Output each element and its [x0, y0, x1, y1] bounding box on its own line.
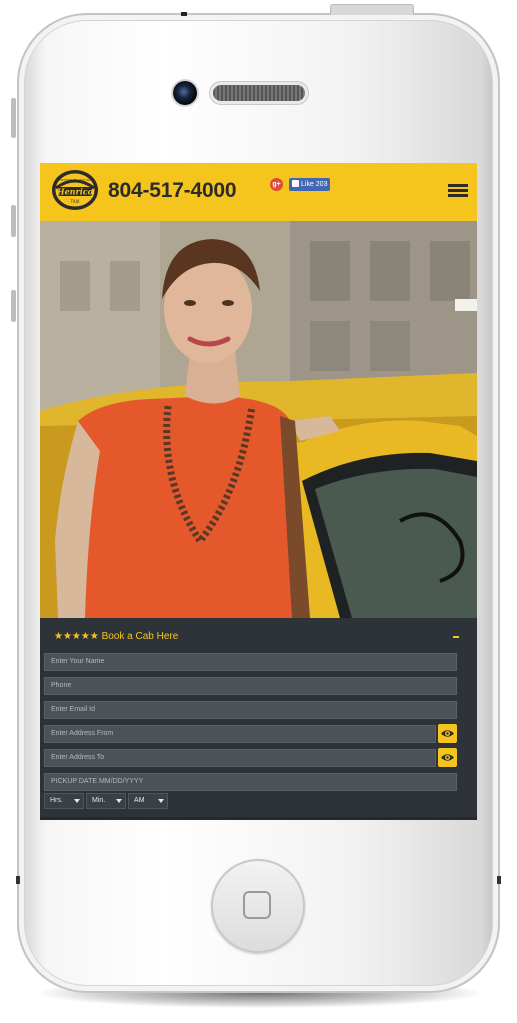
- phone-screen: Henrico TAXI THE MOST RELIABLE TAXI 804-…: [40, 163, 477, 820]
- ampm-select[interactable]: AM: [128, 793, 168, 809]
- phone-input[interactable]: Phone: [44, 677, 457, 695]
- power-button: [330, 4, 414, 15]
- photo-woman-taxi: [40, 221, 477, 618]
- google-plus-button[interactable]: g+: [270, 178, 283, 191]
- screen-edge: [40, 817, 477, 820]
- chevron-down-icon: [74, 799, 80, 803]
- earpiece-speaker: [213, 85, 305, 101]
- hero-image: [40, 221, 477, 618]
- eye-icon: [441, 754, 454, 761]
- site-header: Henrico TAXI THE MOST RELIABLE TAXI 804-…: [40, 163, 477, 221]
- logo-sub: TAXI: [70, 199, 80, 204]
- chevron-down-icon: [116, 799, 122, 803]
- hours-select[interactable]: Hrs.: [44, 793, 84, 809]
- address-to-map-button[interactable]: [438, 748, 457, 767]
- hours-select-value: Hrs.: [50, 797, 63, 804]
- booking-form: ★★★★★ Book a Cab Here Enter Your Name Ph…: [40, 618, 477, 820]
- henrico-taxi-logo[interactable]: Henrico TAXI THE MOST RELIABLE TAXI: [50, 168, 100, 212]
- logo-text: Henrico: [56, 187, 94, 197]
- device-mockup: Henrico TAXI THE MOST RELIABLE TAXI 804-…: [0, 0, 517, 1023]
- antenna-band: [16, 876, 20, 884]
- name-input[interactable]: Enter Your Name: [44, 653, 457, 671]
- hamburger-menu-icon[interactable]: [448, 184, 468, 198]
- thumbs-up-icon: [292, 180, 299, 187]
- ampm-select-value: AM: [134, 797, 145, 804]
- collapse-toggle[interactable]: [453, 636, 459, 638]
- antenna-band: [497, 876, 501, 884]
- antenna-band: [181, 12, 187, 16]
- minutes-select[interactable]: Min.: [86, 793, 126, 809]
- home-button[interactable]: [211, 859, 305, 953]
- phone-number-link[interactable]: 804-517-4000: [108, 179, 237, 203]
- booking-form-title: ★★★★★ Book a Cab Here: [54, 631, 179, 642]
- logo-tagline: THE MOST RELIABLE TAXI: [58, 178, 91, 182]
- address-from-input[interactable]: Enter Address From: [44, 725, 436, 743]
- facebook-like-label: Like 203: [301, 181, 328, 188]
- address-from-map-button[interactable]: [438, 724, 457, 743]
- home-square-icon: [243, 891, 271, 919]
- eye-icon: [441, 730, 454, 737]
- mute-switch: [11, 98, 16, 138]
- email-input[interactable]: Enter Email Id: [44, 701, 457, 719]
- minutes-select-value: Min.: [92, 797, 106, 804]
- facebook-like-button[interactable]: Like 203: [289, 178, 331, 191]
- pickup-date-input[interactable]: PICKUP DATE MM/DD/YYYY: [44, 773, 457, 791]
- address-to-input[interactable]: Enter Address To: [44, 749, 436, 767]
- chevron-down-icon: [158, 799, 164, 803]
- volume-down-button: [11, 290, 16, 322]
- volume-up-button: [11, 205, 16, 237]
- front-camera: [173, 81, 197, 105]
